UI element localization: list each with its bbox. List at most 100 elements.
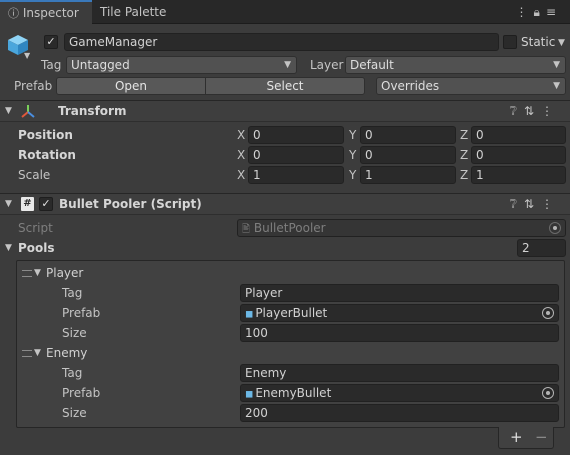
scale-z-field[interactable]: 1 (471, 166, 566, 184)
chevron-down-icon[interactable]: ▼ (24, 51, 30, 60)
transform-header[interactable]: ▼ Transform ❔︎⇅⋮ (0, 100, 570, 122)
pool-prefab-field[interactable]: ◼ EnemyBullet (240, 384, 559, 402)
prefab-overrides-dropdown[interactable]: Overrides ▼ (376, 77, 566, 95)
foldout-expanded-icon[interactable]: ▼ (34, 344, 41, 362)
tab-inspector-label: Inspector (22, 6, 79, 20)
tag-dropdown-value: Untagged (71, 58, 130, 72)
prefab-select-button[interactable]: Select (205, 77, 365, 95)
component-enabled-checkbox[interactable]: ✓ (39, 197, 53, 211)
tab-window-controls: ⋮🔒︎≡ (516, 5, 562, 20)
chevron-down-icon: ▼ (553, 60, 560, 70)
pool-tag-label: Tag (62, 286, 83, 300)
tab-inspector[interactable]: ⓘ Inspector (0, 0, 92, 24)
prefab-open-button[interactable]: Open (56, 77, 206, 95)
position-y-field[interactable]: 0 (360, 126, 456, 144)
rotation-z-field[interactable]: 0 (471, 146, 566, 164)
position-x-field[interactable]: 0 (248, 126, 344, 144)
drag-handle-icon[interactable] (22, 350, 32, 357)
pool-name-label: Player (46, 266, 84, 280)
axis-x-label[interactable]: X (237, 166, 245, 184)
pool-tag-field[interactable]: Player (240, 284, 559, 302)
script-label: Script (18, 221, 53, 235)
static-checkbox[interactable] (503, 35, 517, 49)
layer-dropdown[interactable]: Default ▼ (345, 56, 566, 74)
more-icon[interactable]: ⋮ (541, 197, 560, 211)
script-file-icon: 🖹︎ (242, 224, 251, 235)
foldout-expanded-icon[interactable]: ▼ (5, 195, 12, 213)
menu-icon[interactable]: ≡ (546, 5, 562, 19)
scale-x-field[interactable]: 1 (248, 166, 344, 184)
script-value: BulletPooler (253, 221, 326, 235)
bullet-pooler-title: Bullet Pooler (Script) (59, 197, 202, 211)
more-icon[interactable]: ⋮ (541, 104, 560, 118)
bullet-pooler-header[interactable]: ▼ # ✓ Bullet Pooler (Script) ❔︎⇅⋮ (0, 193, 570, 215)
component-header-icons: ❔︎⇅⋮ (510, 104, 560, 119)
chevron-down-icon: ▼ (284, 60, 291, 70)
pool-size-field[interactable]: 200 (240, 404, 559, 422)
axis-y-label[interactable]: Y (349, 126, 356, 144)
axis-z-label[interactable]: Z (460, 166, 468, 184)
scale-label: Scale (18, 168, 51, 182)
pool-tag-field[interactable]: Enemy (240, 364, 559, 382)
foldout-expanded-icon[interactable]: ▼ (5, 102, 12, 120)
list-add-remove: + − (498, 427, 554, 449)
pools-count-field[interactable]: 2 (517, 239, 566, 257)
axis-x-label[interactable]: X (237, 126, 245, 144)
axis-z-label[interactable]: Z (460, 146, 468, 164)
transform-title: Transform (58, 104, 127, 118)
script-hash-icon: # (21, 197, 34, 211)
chevron-down-icon: ▼ (553, 81, 560, 91)
transform-icon (20, 104, 36, 120)
prefab-cube-icon: ◼ (245, 309, 254, 320)
axis-y-label[interactable]: Y (349, 146, 356, 164)
tab-tile-palette-label: Tile Palette (100, 5, 167, 19)
rotation-y-field[interactable]: 0 (360, 146, 456, 164)
object-name-field[interactable]: GameManager (64, 33, 499, 51)
active-checkbox[interactable]: ✓ (44, 35, 58, 49)
scale-y-field[interactable]: 1 (360, 166, 456, 184)
preset-icon[interactable]: ⇅ (524, 197, 541, 211)
help-icon[interactable]: ❔︎ (510, 104, 524, 118)
pools-foldout-icon[interactable]: ▼ (5, 239, 12, 257)
overrides-label: Overrides (381, 79, 440, 93)
script-object-field: 🖹︎ BulletPooler (237, 219, 566, 237)
layer-dropdown-value: Default (350, 58, 394, 72)
remove-element-button[interactable]: − (535, 427, 548, 447)
static-dropdown-icon[interactable]: ▼ (558, 38, 565, 48)
tab-bar: ⓘ Inspector Tile Palette ⋮🔒︎≡ (0, 0, 570, 24)
object-picker-icon[interactable] (542, 307, 554, 319)
tag-label: Tag (41, 58, 62, 72)
add-element-button[interactable]: + (510, 427, 523, 447)
axis-z-label[interactable]: Z (460, 126, 468, 144)
preset-icon[interactable]: ⇅ (524, 104, 541, 118)
tag-dropdown[interactable]: Untagged ▼ (66, 56, 297, 74)
prefab-label: Prefab (14, 79, 53, 93)
foldout-expanded-icon[interactable]: ▼ (34, 264, 41, 282)
pool-prefab-label: Prefab (62, 306, 101, 320)
pool-prefab-value: EnemyBullet (255, 386, 332, 400)
pool-size-label: Size (62, 326, 87, 340)
position-label: Position (18, 128, 73, 142)
rotation-label: Rotation (18, 148, 76, 162)
pool-size-field[interactable]: 100 (240, 324, 559, 342)
tab-tile-palette[interactable]: Tile Palette (92, 0, 174, 24)
axis-x-label[interactable]: X (237, 146, 245, 164)
object-picker-icon[interactable] (542, 387, 554, 399)
more-icon[interactable]: ⋮ (516, 5, 534, 19)
pool-prefab-value: PlayerBullet (255, 306, 328, 320)
position-z-field[interactable]: 0 (471, 126, 566, 144)
rotation-x-field[interactable]: 0 (248, 146, 344, 164)
help-icon[interactable]: ❔︎ (510, 197, 524, 211)
pool-size-label: Size (62, 406, 87, 420)
static-label: Static (521, 35, 556, 49)
drag-handle-icon[interactable] (22, 270, 32, 277)
pool-name-label: Enemy (46, 346, 88, 360)
lock-icon[interactable]: 🔒︎ (534, 5, 546, 19)
pool-prefab-field[interactable]: ◼ PlayerBullet (240, 304, 559, 322)
pool-prefab-label: Prefab (62, 386, 101, 400)
object-picker-icon (549, 222, 561, 234)
axis-y-label[interactable]: Y (349, 166, 356, 184)
component-header-icons: ❔︎⇅⋮ (510, 197, 560, 212)
pool-tag-label: Tag (62, 366, 83, 380)
layer-label: Layer (310, 58, 344, 72)
